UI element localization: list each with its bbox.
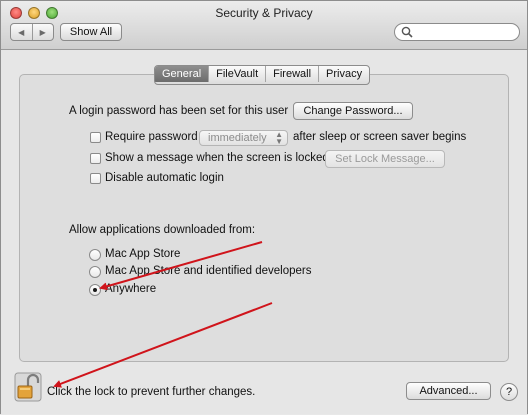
- tab-firewall[interactable]: Firewall: [265, 66, 318, 82]
- require-password-delay-select[interactable]: immediately ▲ ▼: [199, 130, 288, 146]
- window-title: Security & Privacy: [215, 6, 313, 20]
- disable-auto-login-checkbox[interactable]: [90, 173, 101, 184]
- back-icon[interactable]: ◀: [11, 24, 33, 40]
- help-button[interactable]: ?: [500, 383, 518, 401]
- radio-identified-developers[interactable]: [89, 266, 101, 278]
- radio-anywhere-label: Anywhere: [105, 283, 157, 295]
- forward-icon[interactable]: ▶: [33, 24, 54, 40]
- login-password-text: A login password has been set for this u…: [69, 105, 289, 117]
- radio-identified-developers-label: Mac App Store and identified developers: [105, 265, 312, 277]
- radio-mac-app-store-label: Mac App Store: [105, 248, 181, 260]
- preferences-window: Security & Privacy ◀ ▶ Show All General …: [0, 0, 528, 414]
- require-password-checkbox[interactable]: [90, 132, 101, 143]
- search-icon: [401, 26, 413, 38]
- radio-anywhere[interactable]: [89, 284, 101, 296]
- show-message-checkbox[interactable]: [90, 153, 101, 164]
- back-forward-control: ◀ ▶: [10, 23, 54, 41]
- advanced-button[interactable]: Advanced...: [406, 382, 491, 400]
- titlebar: Security & Privacy ◀ ▶ Show All: [1, 1, 527, 50]
- lock-open-icon[interactable]: [14, 372, 42, 402]
- disable-auto-login-label: Disable automatic login: [105, 172, 224, 184]
- allow-apps-heading: Allow applications downloaded from:: [69, 224, 256, 236]
- tab-filevault[interactable]: FileVault: [208, 66, 265, 82]
- require-password-label: Require password: [105, 131, 198, 143]
- show-message-label: Show a message when the screen is locked: [105, 152, 329, 164]
- set-lock-message-button[interactable]: Set Lock Message...: [325, 150, 445, 168]
- require-password-value: immediately: [208, 132, 267, 144]
- show-all-button[interactable]: Show All: [60, 23, 122, 41]
- tab-general[interactable]: General: [155, 66, 209, 82]
- tab-bar: General FileVault Firewall Privacy: [154, 65, 371, 85]
- popup-arrows-icon: ▲ ▼: [275, 130, 283, 146]
- tab-privacy[interactable]: Privacy: [318, 66, 369, 82]
- change-password-button[interactable]: Change Password...: [293, 102, 413, 120]
- lock-status-text: Click the lock to prevent further change…: [47, 386, 256, 398]
- require-password-suffix: after sleep or screen saver begins: [293, 131, 467, 143]
- search-input[interactable]: [394, 23, 520, 41]
- help-icon: ?: [505, 386, 513, 398]
- radio-mac-app-store[interactable]: [89, 249, 101, 261]
- general-panel: [19, 74, 509, 362]
